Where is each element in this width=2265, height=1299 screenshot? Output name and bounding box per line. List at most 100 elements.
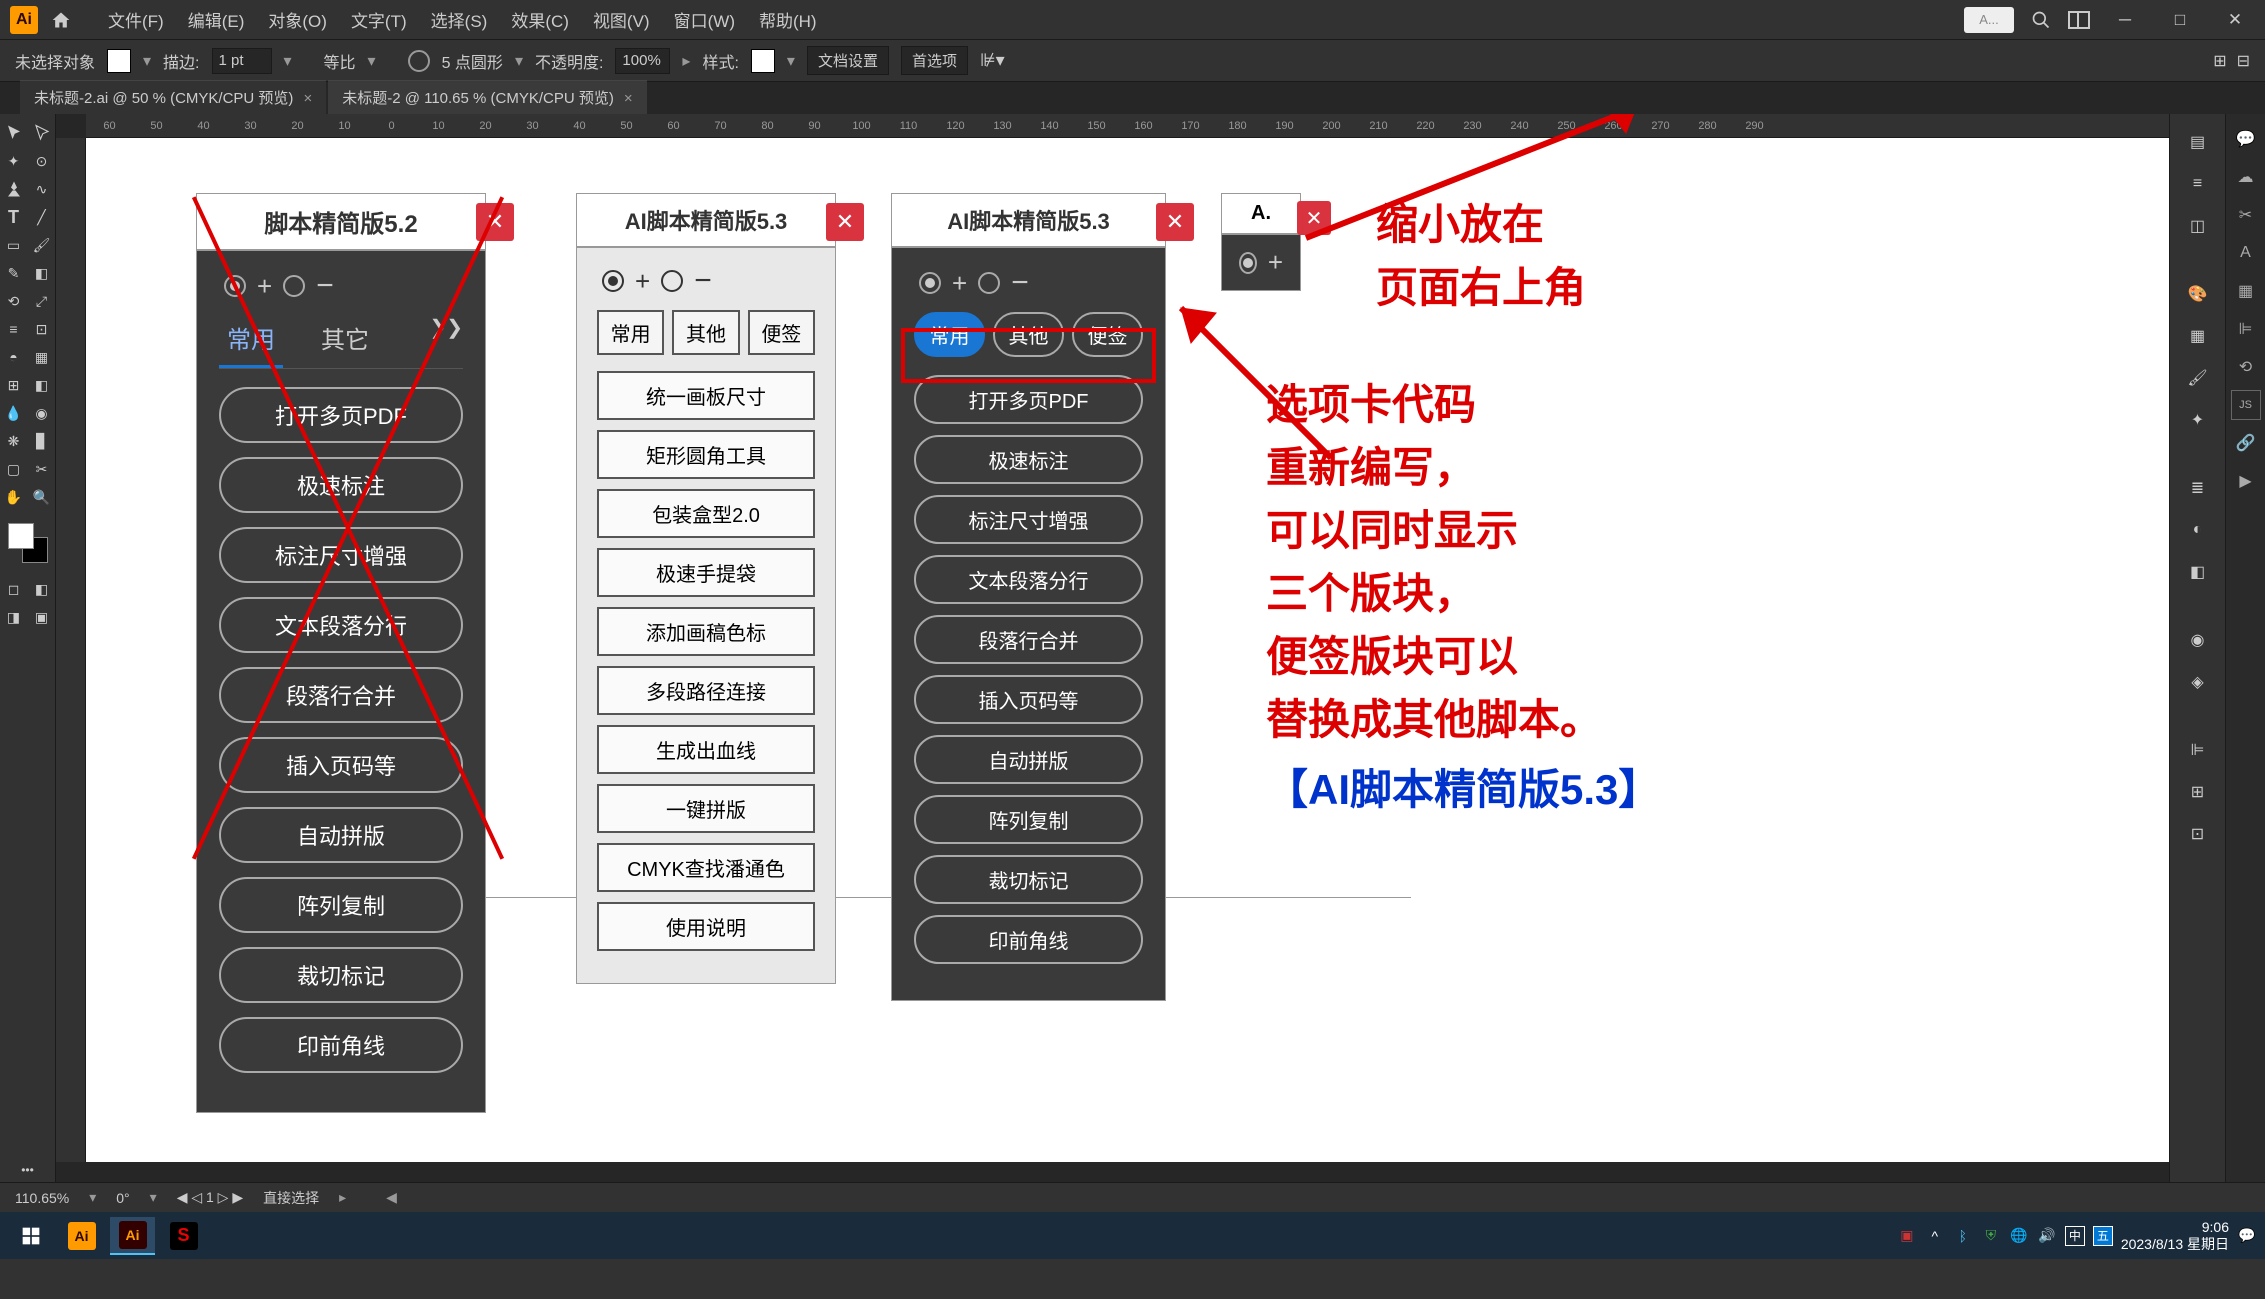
minimize-button[interactable]: ─ xyxy=(2105,5,2145,35)
color-icon[interactable]: ▦ xyxy=(2231,276,2261,306)
script-button[interactable]: CMYK查找潘通色 xyxy=(597,843,815,892)
chevron-right-icon[interactable]: ❯❯ xyxy=(429,315,463,368)
script-button[interactable]: 包装盒型2.0 xyxy=(597,489,815,538)
script-button[interactable]: 生成出血线 xyxy=(597,725,815,774)
free-transform-tool[interactable]: ⊡ xyxy=(28,315,56,343)
menu-window[interactable]: 窗口(W) xyxy=(662,7,747,32)
plus-icon[interactable]: + xyxy=(252,271,277,302)
document-setup-button[interactable]: 文档设置 xyxy=(807,46,889,75)
script-button[interactable]: 打开多页PDF xyxy=(219,387,463,443)
draw-mode-inside[interactable]: ◨ xyxy=(0,603,28,631)
menu-view[interactable]: 视图(V) xyxy=(581,7,662,32)
style-swatch[interactable] xyxy=(751,49,775,73)
plus-icon[interactable]: + xyxy=(947,268,972,299)
script-button[interactable]: 标注尺寸增强 xyxy=(914,495,1143,544)
script-button[interactable]: 段落行合并 xyxy=(219,667,463,723)
swatches-panel-icon[interactable]: ▦ xyxy=(2180,318,2216,354)
transform-panel-icon[interactable]: ⊡ xyxy=(2180,816,2216,852)
appearance-panel-icon[interactable]: ◉ xyxy=(2180,622,2216,658)
menu-type[interactable]: 文字(T) xyxy=(339,7,419,32)
tab-notes[interactable]: 便签 xyxy=(748,310,815,355)
close-panel-button[interactable]: ✕ xyxy=(1156,203,1194,241)
tray-volume-icon[interactable]: 🔊 xyxy=(2037,1226,2057,1246)
plus-icon[interactable]: + xyxy=(630,266,655,297)
align-panel-icon[interactable]: ⊫ xyxy=(2180,732,2216,768)
script-button[interactable]: 统一画板尺寸 xyxy=(597,371,815,420)
paintbrush-tool[interactable]: 🖌 xyxy=(28,231,56,259)
screen-mode[interactable]: ▣ xyxy=(28,603,56,631)
hand-tool[interactable]: ✋ xyxy=(0,483,28,511)
symbols-panel-icon[interactable]: ✦ xyxy=(2180,402,2216,438)
graphic-styles-panel-icon[interactable]: ◈ xyxy=(2180,664,2216,700)
slice-tool[interactable]: ✂ xyxy=(28,455,56,483)
document-tab[interactable]: 未标题-2 @ 110.65 % (CMYK/CPU 预览)× xyxy=(328,80,646,114)
script-button[interactable]: 阵列复制 xyxy=(219,877,463,933)
artboard[interactable]: 脚本精简版5.2 ✕ + − 常用 其它 ❯❯ 打开多页PDF极速标注标注尺寸增… xyxy=(86,138,2169,1162)
transparency-panel-icon[interactable]: ◧ xyxy=(2180,554,2216,590)
panel-toggle-icon-2[interactable]: ⊟ xyxy=(2237,51,2250,71)
script-button[interactable]: 添加画稿色标 xyxy=(597,607,815,656)
script-button[interactable]: 文本段落分行 xyxy=(219,597,463,653)
close-button[interactable]: ✕ xyxy=(2215,5,2255,35)
home-icon[interactable] xyxy=(46,5,76,35)
graph-tool[interactable]: ▊ xyxy=(28,427,56,455)
shape-builder-tool[interactable]: ◓ xyxy=(0,343,28,371)
script-button[interactable]: 插入页码等 xyxy=(914,675,1143,724)
script-button[interactable]: 一键拼版 xyxy=(597,784,815,833)
radio-off[interactable] xyxy=(978,272,1000,294)
eyedropper-tool[interactable]: 💧 xyxy=(0,399,28,427)
script-button[interactable]: 裁切标记 xyxy=(914,855,1143,904)
taskbar-app-ai-active[interactable]: Ai xyxy=(110,1217,155,1255)
maximize-button[interactable]: □ xyxy=(2160,5,2200,35)
taskbar-app-s[interactable]: S xyxy=(161,1217,206,1255)
menu-edit[interactable]: 编辑(E) xyxy=(176,7,257,32)
tab-common[interactable]: 常用 xyxy=(597,310,664,355)
direct-selection-tool[interactable] xyxy=(28,119,56,147)
radio-on[interactable] xyxy=(224,275,246,297)
close-tab-icon[interactable]: × xyxy=(303,90,312,107)
script-button[interactable]: 阵列复制 xyxy=(914,795,1143,844)
script-button[interactable]: 矩形圆角工具 xyxy=(597,430,815,479)
clip-icon[interactable]: ✂ xyxy=(2231,200,2261,230)
selection-tool[interactable] xyxy=(0,119,28,147)
opacity-input[interactable] xyxy=(615,48,670,74)
mesh-tool[interactable]: ⊞ xyxy=(0,371,28,399)
stroke-weight-input[interactable] xyxy=(212,48,272,74)
artboard-tool[interactable]: ▢ xyxy=(0,455,28,483)
libraries-panel-icon[interactable]: ◫ xyxy=(2180,208,2216,244)
gradient-tool[interactable]: ◧ xyxy=(28,371,56,399)
rotate-tool[interactable]: ⟲ xyxy=(0,287,28,315)
taskbar-app-ai[interactable]: Ai xyxy=(59,1217,104,1255)
script-button[interactable]: 使用说明 xyxy=(597,902,815,951)
taskbar-clock[interactable]: 9:06 2023/8/13 星期日 xyxy=(2121,1219,2229,1253)
uniform-label[interactable]: 等比 xyxy=(324,49,356,73)
width-tool[interactable]: ≡ xyxy=(0,315,28,343)
minus-icon[interactable]: − xyxy=(1006,266,1034,300)
stroke-panel-icon[interactable]: ≣ xyxy=(2180,470,2216,506)
share-icon[interactable]: ☁ xyxy=(2231,162,2261,192)
pen-tool[interactable] xyxy=(0,175,28,203)
menu-effect[interactable]: 效果(C) xyxy=(499,7,581,32)
script-button[interactable]: 极速标注 xyxy=(219,457,463,513)
tray-shield-icon[interactable]: ⛨ xyxy=(1981,1226,2001,1246)
tray-chevron-icon[interactable]: ^ xyxy=(1925,1226,1945,1246)
link-icon[interactable]: 🔗 xyxy=(2231,428,2261,458)
script-button[interactable]: 自动拼版 xyxy=(914,735,1143,784)
minus-icon[interactable]: − xyxy=(689,264,717,298)
magic-wand-tool[interactable]: ✦ xyxy=(0,147,28,175)
tray-network-icon[interactable]: 🌐 xyxy=(2009,1226,2029,1246)
lasso-tool[interactable]: ⊙ xyxy=(28,147,56,175)
document-tab[interactable]: 未标题-2.ai @ 50 % (CMYK/CPU 预览)× xyxy=(20,80,326,114)
script-button[interactable]: 标注尺寸增强 xyxy=(219,527,463,583)
artboard-nav[interactable]: ◀ ◁ 1 ▷ ▶ xyxy=(177,1189,243,1206)
script-button[interactable]: 极速标注 xyxy=(914,435,1143,484)
preferences-button[interactable]: 首选项 xyxy=(901,46,968,75)
zoom-tool[interactable]: 🔍 xyxy=(28,483,56,511)
zoom-level[interactable]: 110.65% xyxy=(15,1190,69,1206)
layers-panel-icon[interactable]: ≡ xyxy=(2180,166,2216,202)
tray-ime-icon-2[interactable]: 五 xyxy=(2093,1226,2113,1246)
blend-tool[interactable]: ◉ xyxy=(28,399,56,427)
type-tool[interactable]: T xyxy=(0,203,28,231)
symbol-sprayer-tool[interactable]: ❋ xyxy=(0,427,28,455)
radio-off[interactable] xyxy=(283,275,305,297)
